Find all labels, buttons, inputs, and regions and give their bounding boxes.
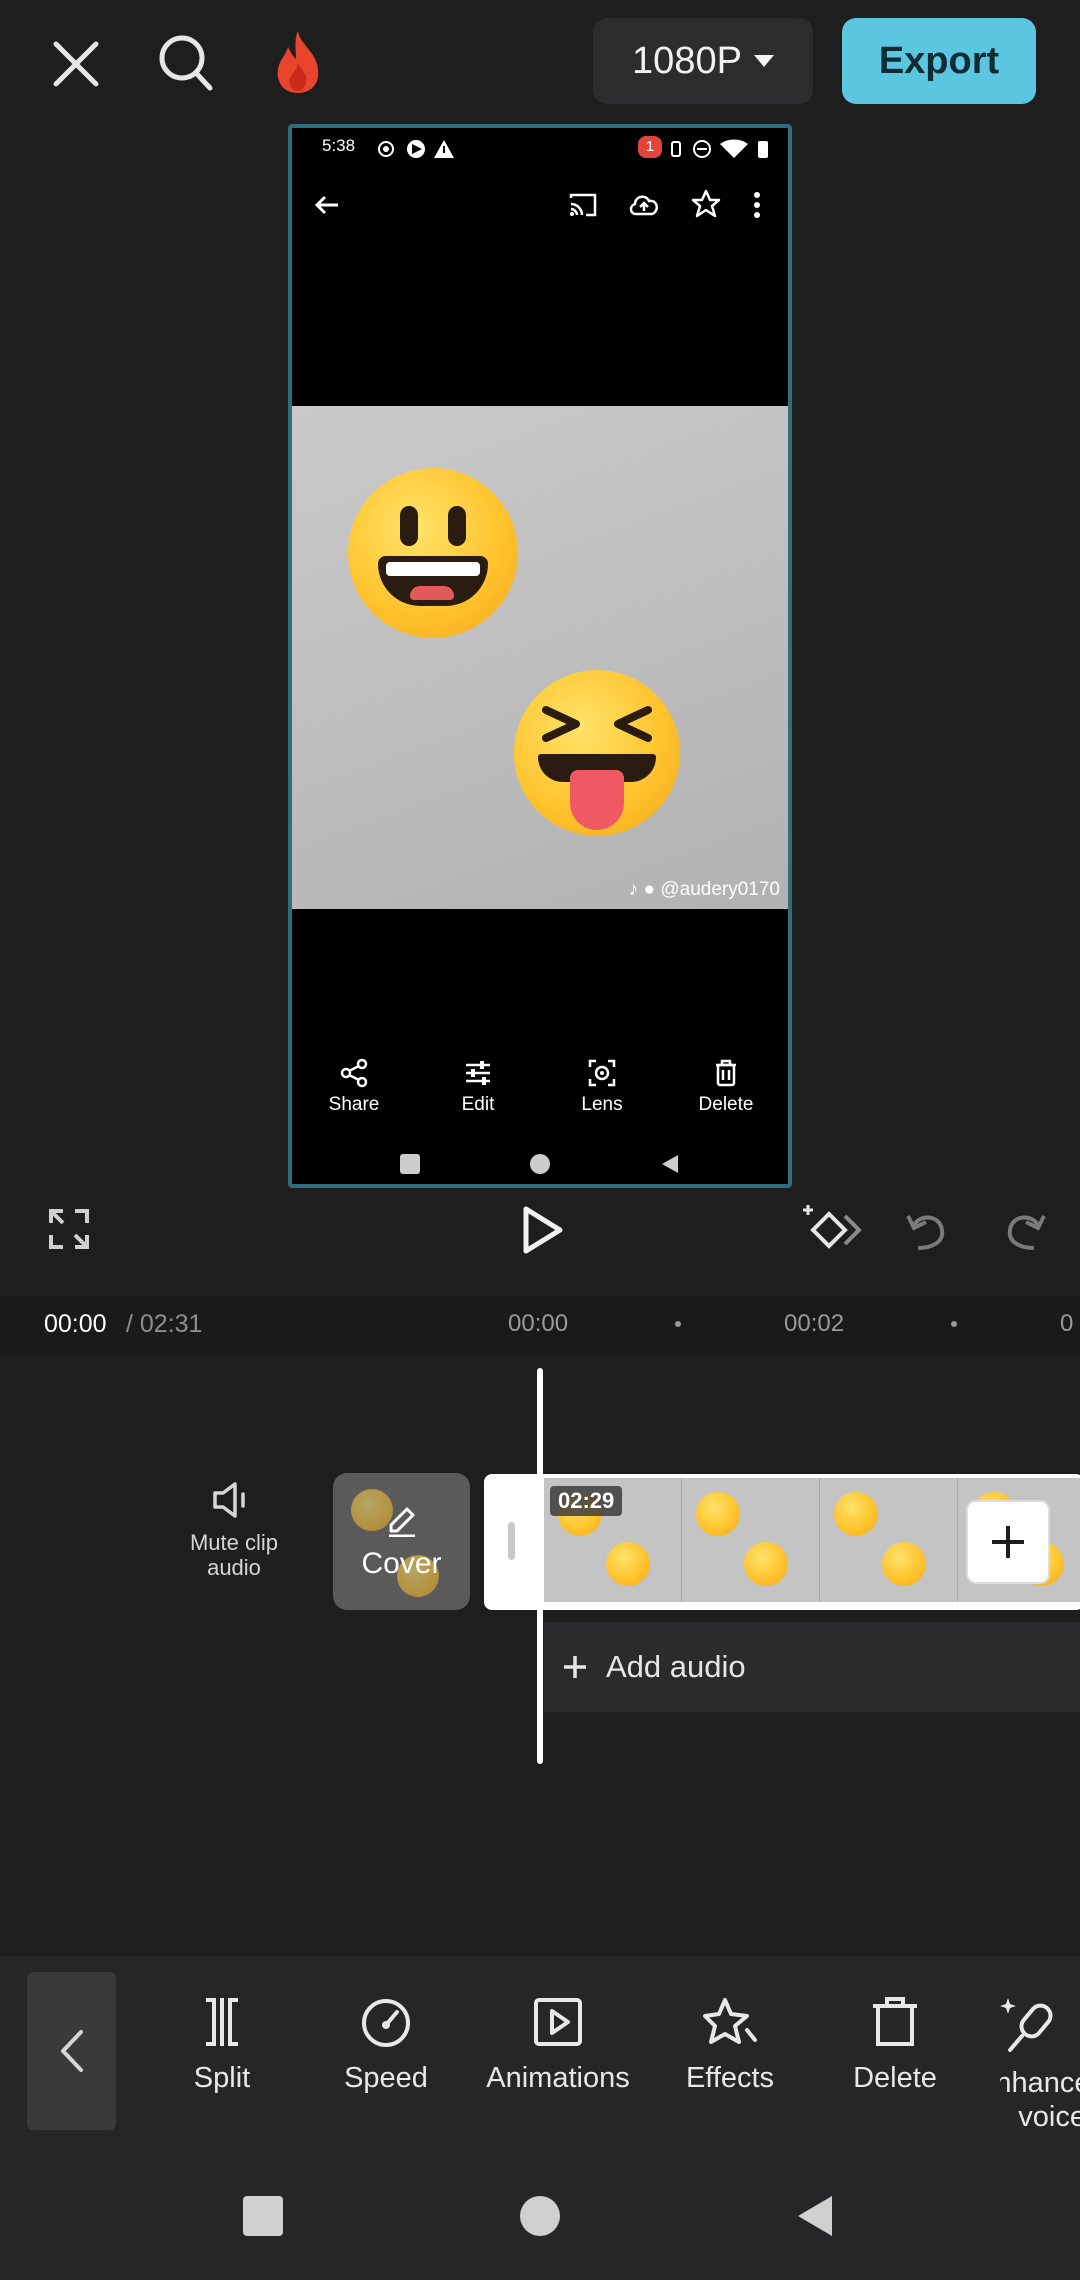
undo-icon[interactable] bbox=[900, 1204, 952, 1256]
star-icon bbox=[691, 189, 721, 218]
resolution-selector[interactable]: 1080P bbox=[593, 18, 813, 104]
tool-label: Enhance voice bbox=[1000, 2067, 1080, 2133]
add-audio-label: Add audio bbox=[606, 1649, 746, 1684]
current-time: 00:00 bbox=[44, 1310, 107, 1338]
recents-icon[interactable] bbox=[243, 2196, 283, 2236]
add-audio-track[interactable]: Add audio bbox=[544, 1622, 1080, 1712]
preview-media: ♪ ● @audery0170 bbox=[292, 406, 788, 909]
tool-label: Speed bbox=[344, 2062, 428, 2094]
effects-icon bbox=[703, 1998, 757, 2044]
cloud-upload-icon bbox=[629, 195, 658, 216]
cover-button[interactable]: Cover bbox=[333, 1473, 470, 1610]
preview-back-icon bbox=[662, 1155, 678, 1173]
status-icons-right bbox=[671, 139, 768, 158]
clip-frame bbox=[820, 1478, 958, 1602]
clip-duration-badge: 02:29 bbox=[550, 1486, 623, 1516]
preview-lens-action: Lens bbox=[547, 1058, 657, 1128]
person-icon: ● bbox=[643, 879, 656, 900]
split-icon bbox=[206, 1998, 238, 2046]
tool-effects[interactable]: Effects bbox=[674, 1996, 786, 2095]
pencil-icon bbox=[389, 1507, 415, 1537]
lens-icon bbox=[588, 1059, 616, 1087]
preview-system-nav bbox=[292, 1142, 788, 1184]
delete-icon bbox=[873, 1997, 917, 2046]
system-nav-bar bbox=[0, 2146, 1080, 2280]
squinting-tongue-emoji-icon bbox=[514, 670, 680, 836]
total-time: / 02:31 bbox=[126, 1310, 203, 1338]
play-icon[interactable] bbox=[514, 1200, 570, 1260]
animations-icon bbox=[534, 1998, 582, 2046]
caret-down-icon bbox=[753, 55, 774, 67]
notification-badge: 1 bbox=[638, 136, 662, 158]
tool-label: Effects bbox=[685, 2062, 775, 2094]
mute-clip-audio-button[interactable]: Mute clip audio bbox=[168, 1480, 300, 1580]
speaker-icon bbox=[213, 1482, 245, 1518]
trash-icon bbox=[716, 1059, 736, 1087]
ruler-dot bbox=[951, 1321, 957, 1327]
preview-status-bar: 5:38 1 bbox=[292, 128, 788, 218]
plus-icon bbox=[992, 1526, 1024, 1558]
enhance-voice-icon bbox=[1000, 1998, 1053, 2052]
status-icons-left bbox=[378, 140, 454, 158]
resolution-label: 1080P bbox=[632, 39, 742, 82]
clip-frame bbox=[682, 1478, 820, 1602]
tool-delete[interactable]: Delete bbox=[840, 1996, 950, 2095]
keyframe-add-icon[interactable] bbox=[800, 1200, 864, 1260]
tool-animations[interactable]: Animations bbox=[476, 1996, 640, 2095]
more-vert-icon bbox=[754, 192, 760, 218]
share-icon bbox=[340, 1058, 368, 1088]
preview-recents-icon bbox=[400, 1154, 420, 1174]
grinning-emoji-icon bbox=[348, 468, 518, 638]
watermark-text: @audery0170 bbox=[660, 879, 780, 900]
mute-clip-label: Mute clip audio bbox=[189, 1530, 279, 1580]
preview-action-label: Share bbox=[328, 1094, 380, 1115]
close-icon[interactable] bbox=[44, 32, 108, 96]
clip-trim-handle[interactable] bbox=[508, 1522, 515, 1560]
status-time: 5:38 bbox=[322, 136, 356, 155]
preview-share-action: Share bbox=[299, 1058, 409, 1128]
speed-icon bbox=[362, 1999, 410, 2047]
add-clip-button[interactable] bbox=[968, 1502, 1048, 1582]
preview-home-icon bbox=[530, 1154, 550, 1174]
back-icon[interactable] bbox=[796, 2194, 836, 2238]
watermark: ♪ ● @audery0170 bbox=[629, 879, 780, 901]
tool-enhance-voice[interactable]: Enhance voice bbox=[1000, 1996, 1080, 2134]
toolbar-back-button[interactable] bbox=[27, 1972, 116, 2130]
preview-action-bar: Share Edit Lens Delete bbox=[292, 1058, 788, 1128]
cast-icon bbox=[569, 193, 597, 217]
tool-label: Animations bbox=[486, 2062, 630, 2094]
tool-split[interactable]: Split bbox=[172, 1996, 272, 2095]
tool-speed[interactable]: Speed bbox=[330, 1996, 442, 2095]
preview-action-label: Lens bbox=[581, 1094, 623, 1115]
video-preview[interactable]: 5:38 1 ♪ ● @audery0170 Share Edit Lens D… bbox=[288, 124, 792, 1188]
back-arrow-icon bbox=[314, 195, 338, 215]
export-button[interactable]: Export bbox=[842, 18, 1036, 104]
tool-enhance-voice-clip: Enhance voice bbox=[1000, 1940, 1080, 2140]
preview-action-label: Delete bbox=[698, 1094, 754, 1115]
preview-edit-action: Edit bbox=[423, 1058, 533, 1128]
ruler-mark: 00:00 bbox=[508, 1310, 569, 1337]
plus-icon bbox=[564, 1656, 586, 1678]
playhead[interactable] bbox=[537, 1368, 543, 1764]
ruler-dot bbox=[675, 1321, 681, 1327]
redo-icon[interactable] bbox=[1000, 1204, 1052, 1256]
cover-label: Cover bbox=[361, 1547, 442, 1580]
tool-label: Split bbox=[193, 2062, 251, 2094]
tiktok-icon: ♪ bbox=[628, 879, 639, 900]
ruler-mark: 00:02 bbox=[784, 1310, 845, 1337]
chevron-left-icon bbox=[60, 2030, 83, 2072]
preview-delete-action: Delete bbox=[671, 1058, 781, 1128]
search-icon[interactable] bbox=[154, 30, 218, 96]
fire-icon[interactable] bbox=[266, 26, 330, 98]
home-icon[interactable] bbox=[520, 2196, 560, 2236]
preview-action-label: Edit bbox=[461, 1094, 495, 1115]
ruler-mark: 0 bbox=[1060, 1310, 1074, 1337]
tool-label: Delete bbox=[853, 2062, 937, 2094]
sliders-icon bbox=[466, 1061, 490, 1085]
fullscreen-icon[interactable] bbox=[44, 1204, 94, 1254]
